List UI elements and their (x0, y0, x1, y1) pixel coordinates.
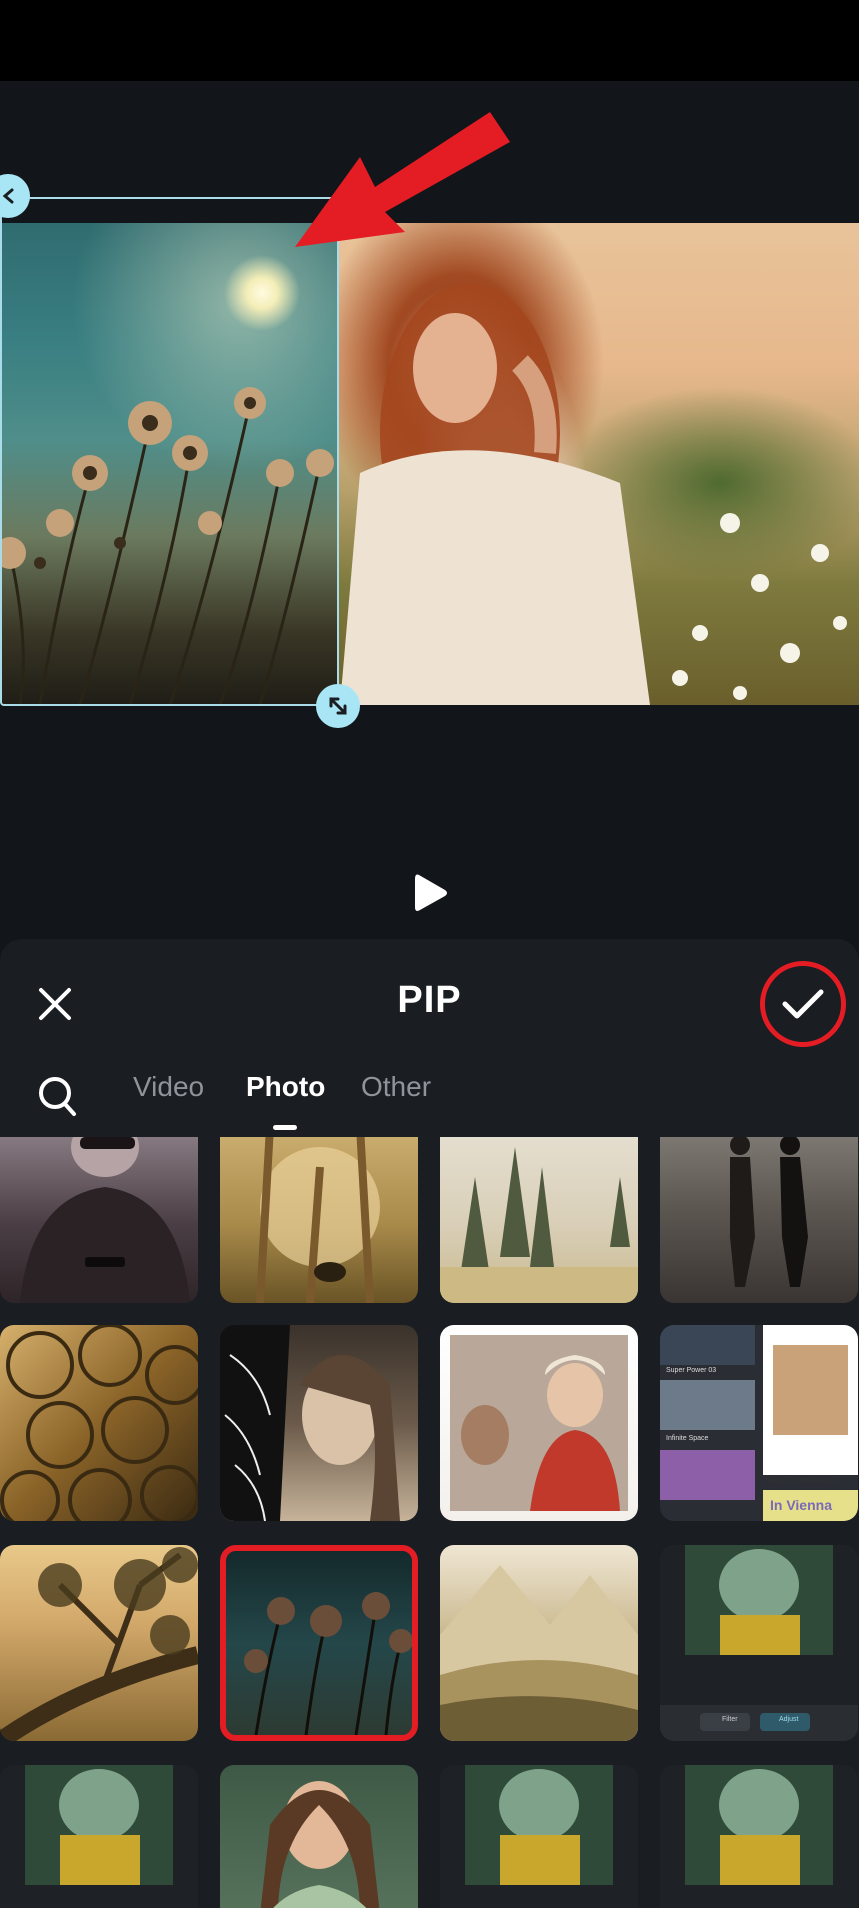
editor-adjust-label: Adjust (779, 1716, 799, 1723)
photo-thumbnail-man-phone[interactable] (0, 1137, 198, 1303)
photo-thumbnail-laughing-woman[interactable] (220, 1765, 418, 1908)
pip-scale-handle[interactable] (316, 684, 360, 728)
photo-thumbnail-dry-flowers-selected[interactable] (220, 1545, 418, 1741)
pip-selection-frame[interactable] (0, 197, 339, 706)
thumbnail-art (730, 1137, 808, 1287)
template-label-family-album: Family Photo Album 03 (766, 1477, 838, 1484)
search-button[interactable] (36, 1073, 80, 1119)
panel-title: PIP (397, 979, 462, 1021)
photo-thumbnail-bokeh-circles[interactable] (0, 1325, 198, 1521)
editor-filter-label: Filter (722, 1716, 738, 1723)
panel-header: PIP (0, 939, 859, 1059)
template-label-vienna: In Vienna (770, 1497, 832, 1513)
thumbnail-art (220, 1325, 400, 1521)
video-thumbnail-editor-preview[interactable]: Filter Adjust (660, 1545, 858, 1741)
template-label-super-power: Super Power 03 (666, 1367, 717, 1374)
template-label-infinite-space: Infinite Space (666, 1435, 709, 1442)
resize-icon (329, 697, 347, 715)
play-icon (415, 874, 447, 911)
red-pointer-arrow (295, 112, 510, 247)
video-thumbnail-bicycle-1[interactable] (0, 1765, 198, 1908)
search-icon (39, 1077, 76, 1116)
tab-photo[interactable]: Photo (246, 1071, 325, 1103)
video-thumbnail-bicycle-3[interactable] (660, 1765, 858, 1908)
confirm-button[interactable] (760, 961, 846, 1047)
thumbnail-art (685, 1765, 833, 1885)
thumbnail-art (256, 1137, 380, 1303)
thumbnail-art (440, 1565, 638, 1741)
thumbnail-art (440, 1147, 638, 1303)
thumbnail-art (0, 1325, 198, 1521)
photo-thumbnail-couple-walking[interactable] (660, 1137, 858, 1303)
category-tabs: Video Photo Other (0, 1059, 859, 1137)
pip-panel: PIP Video Photo Other Super Power 03 Inf… (0, 939, 859, 1908)
play-button[interactable] (408, 870, 454, 916)
collapse-icon (2, 188, 14, 204)
thumbnail-art (0, 1547, 198, 1741)
photo-thumbnail-grandmother-smiling[interactable] (440, 1325, 638, 1521)
checkmark-icon (782, 989, 824, 1019)
thumbnail-art (450, 1335, 628, 1511)
thumbnail-art (244, 1592, 412, 1735)
photo-grid: Super Power 03 Infinite Space Family Pho… (0, 1137, 859, 1908)
thumbnail-art (660, 1325, 858, 1521)
photo-thumbnail-foggy-pines[interactable] (440, 1137, 638, 1303)
thumbnail-art (260, 1781, 380, 1908)
thumbnail-art (465, 1765, 613, 1885)
thumbnail-art (20, 1137, 190, 1303)
photo-thumbnail-woman-portrait-art[interactable] (220, 1325, 418, 1521)
photo-thumbnail-template-collage[interactable]: Super Power 03 Infinite Space Family Pho… (660, 1325, 858, 1521)
photo-thumbnail-mountain-valley[interactable] (440, 1545, 638, 1741)
thumbnail-art (25, 1765, 173, 1885)
thumbnail-art (660, 1545, 858, 1741)
video-thumbnail-bicycle-2[interactable] (440, 1765, 638, 1908)
tab-video[interactable]: Video (133, 1071, 204, 1103)
photo-thumbnail-tree-canopy[interactable] (0, 1545, 198, 1741)
status-bar (0, 0, 859, 81)
active-tab-indicator (273, 1125, 297, 1130)
photo-thumbnail-golden-forest[interactable] (220, 1137, 418, 1303)
tab-other[interactable]: Other (361, 1071, 431, 1103)
